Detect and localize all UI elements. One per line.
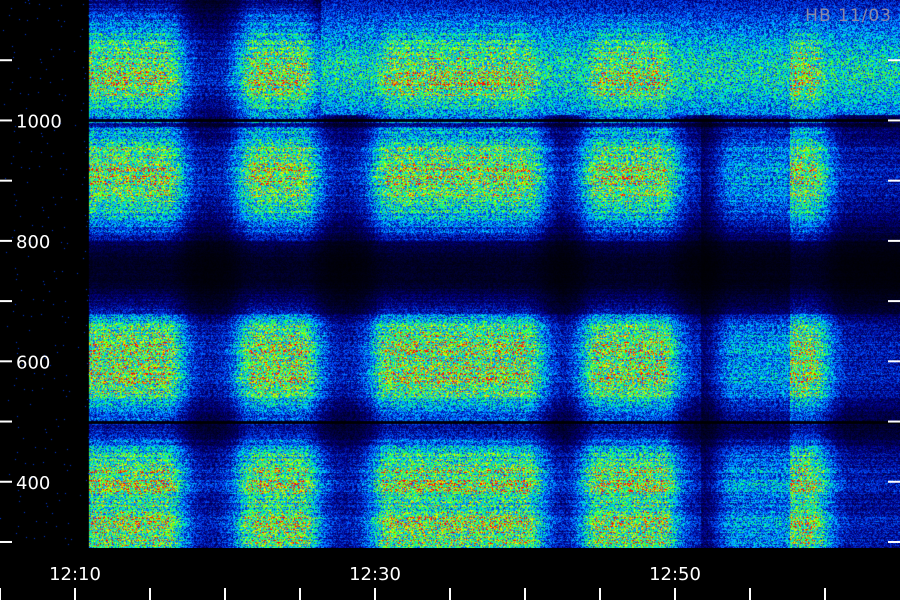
- y-tick-label: 800: [16, 232, 50, 253]
- corner-label: HB 11/03: [805, 6, 892, 26]
- heatmap-layer: [0, 0, 900, 548]
- x-tick-label: 12:30: [349, 564, 401, 585]
- spectrogram-chart: 1000 800 600 400 12:10 12:30 12:50: [0, 0, 900, 600]
- x-tick-label: 12:10: [49, 564, 101, 585]
- y-tick-label: 600: [16, 352, 50, 373]
- y-tick-label: 1000: [16, 111, 62, 132]
- heatmap-canvas: [0, 0, 900, 548]
- y-tick-label: 400: [16, 473, 50, 494]
- x-tick-label: 12:50: [649, 564, 701, 585]
- heatmap-image: [0, 0, 900, 548]
